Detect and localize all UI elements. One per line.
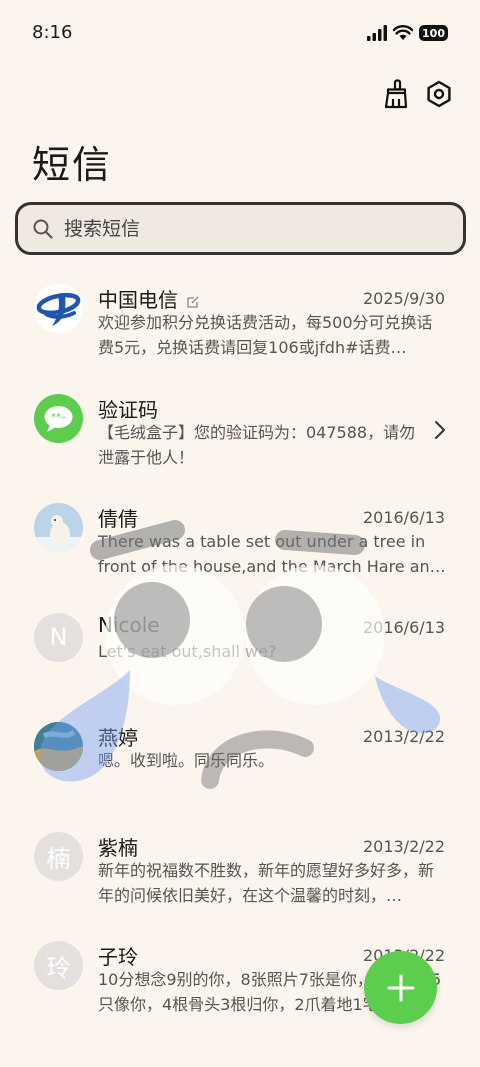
conversation-date: 2016/6/13 (362, 508, 445, 527)
polar-bear-avatar-icon (34, 503, 83, 552)
avatar: 玲 (34, 941, 83, 990)
conversation-name: 倩倩 (98, 507, 138, 531)
conversation-preview: There was a table set out under a tree i… (98, 532, 446, 576)
avatar (34, 722, 83, 771)
search-icon (33, 219, 53, 239)
search-input[interactable] (64, 217, 424, 240)
settings-icon (427, 80, 451, 108)
conversation-preview: 【毛绒盒子】您的验证码为：047588，请勿泄露于他人！ (98, 422, 416, 467)
conversation-name: 紫楠 (98, 835, 138, 860)
conversation-name: 中国电信 (98, 284, 200, 313)
avatar: 楠 (34, 831, 83, 881)
conversation-date: 2013/2/22 (362, 836, 445, 856)
conversation-name: 子玲 (98, 945, 138, 969)
avatar: **– (34, 393, 83, 443)
conversation-list: 中国电信 2025/9/30 欢迎参加积分兑换话费活动，每500分可兑换话费5元… (0, 272, 480, 1039)
conversation-preview: 欢迎参加积分兑换话费活动，每500分可兑换话费5元，兑换话费请回复106或jfd… (98, 313, 433, 357)
signal-icon (367, 25, 388, 41)
conversation-preview: 嗯。收到啦。同乐同乐。 (98, 751, 275, 770)
conversation-name: Nicole (98, 612, 160, 637)
conversation-item[interactable]: N Nicole 2016/6/13 Let's eat out,shall w… (0, 601, 480, 711)
conversation-item[interactable]: 倩倩 2016/6/13 There was a table set out u… (0, 491, 480, 601)
conversation-date: 2025/9/30 (362, 289, 445, 308)
battery-indicator: 100 (419, 25, 448, 41)
page-title: 短信 (32, 143, 113, 187)
clean-button[interactable] (380, 78, 410, 110)
chevron-right-icon (435, 420, 445, 439)
conversation-item[interactable]: 燕婷 2013/2/22 嗯。收到啦。同乐同乐。 (0, 710, 480, 820)
conversation-preview: Let's eat out,shall we? (98, 641, 277, 661)
status-icons: 100 (367, 22, 448, 44)
china-telecom-logo-icon (34, 284, 83, 333)
conversation-name: 验证码 (98, 397, 158, 422)
settings-button[interactable] (424, 78, 454, 110)
conversation-item[interactable]: 楠 紫楠 2013/2/22 新年的祝福数不胜数，新年的愿望好多好多，新年的问候… (0, 820, 480, 930)
conversation-date: 2016/6/13 (362, 617, 445, 637)
avatar: N (34, 612, 83, 662)
message-bubble-icon: **– (44, 405, 73, 432)
status-bar: 8:16 100 (0, 0, 480, 64)
status-time: 8:16 (32, 22, 73, 43)
wifi-icon (393, 25, 414, 40)
conversation-name: 燕婷 (98, 726, 138, 750)
header-actions (380, 78, 454, 110)
landscape-avatar-icon (34, 722, 83, 771)
avatar (34, 284, 83, 333)
avatar (34, 503, 83, 552)
plus-icon (387, 974, 414, 1001)
new-message-button[interactable] (364, 951, 437, 1024)
conversation-item[interactable]: **– 验证码 【毛绒盒子】您的验证码为：047588，请勿泄露于他人！ (0, 382, 480, 492)
broom-icon (384, 79, 408, 109)
conversation-item[interactable]: 中国电信 2025/9/30 欢迎参加积分兑换话费活动，每500分可兑换话费5元… (0, 272, 480, 382)
edit-draft-icon (187, 296, 199, 308)
search-bar[interactable] (15, 202, 466, 255)
conversation-date: 2013/2/22 (362, 727, 445, 746)
svg-text:**–: **– (51, 412, 66, 423)
conversation-preview: 新年的祝福数不胜数，新年的愿望好多好多，新年的问候依旧美好，在这个温馨的时刻，… (98, 860, 435, 905)
